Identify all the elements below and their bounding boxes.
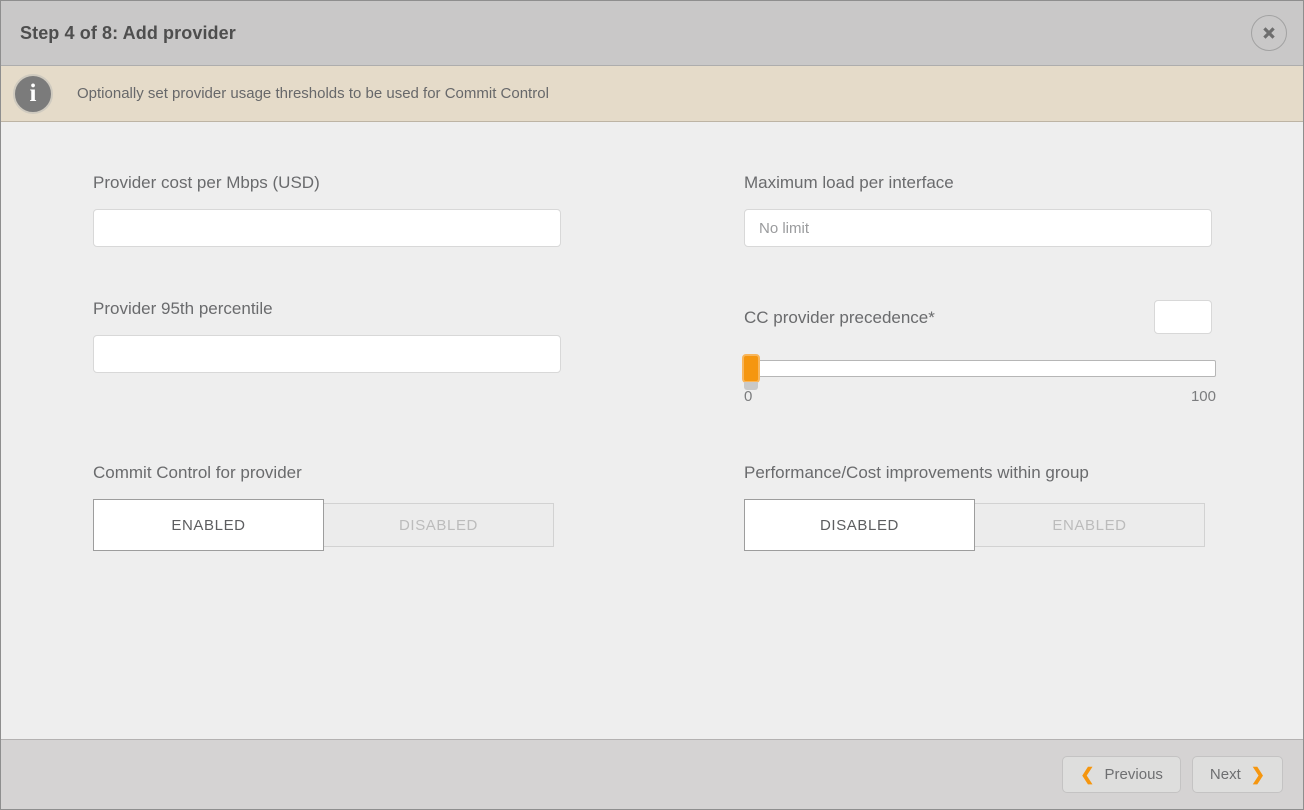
cc-precedence-input[interactable] <box>1154 300 1212 334</box>
previous-button-label: Previous <box>1104 766 1163 783</box>
dialog-body: Provider cost per Mbps (USD) Provider 95… <box>1 122 1303 739</box>
dialog-footer: ❮ Previous Next ❯ <box>1 739 1303 809</box>
perf-cost-toggle: DISABLED ENABLED <box>744 499 1214 551</box>
provider-cost-input[interactable] <box>93 209 561 247</box>
close-icon[interactable] <box>1251 15 1287 51</box>
form-column-left: Provider cost per Mbps (USD) Provider 95… <box>93 122 563 551</box>
commit-control-label: Commit Control for provider <box>93 463 302 482</box>
slider-min-label: 0 <box>744 388 753 405</box>
slider-handle[interactable] <box>742 354 760 390</box>
info-icon: i <box>13 73 53 114</box>
provider-percentile-label: Provider 95th percentile <box>93 299 273 318</box>
slider-track[interactable] <box>742 354 1216 390</box>
form-column-right: Maximum load per interface CC provider p… <box>742 122 1216 551</box>
max-load-label: Maximum load per interface <box>744 173 954 192</box>
chevron-right-icon: ❯ <box>1250 765 1265 784</box>
previous-button[interactable]: ❮ Previous <box>1062 756 1181 793</box>
info-banner: i Optionally set provider usage threshol… <box>1 66 1303 122</box>
commit-control-toggle: ENABLED DISABLED <box>93 499 563 551</box>
dialog-title: Step 4 of 8: Add provider <box>20 22 236 43</box>
provider-cost-label: Provider cost per Mbps (USD) <box>93 173 320 192</box>
slider-scale: 0 100 <box>744 388 1216 405</box>
dialog-titlebar: Step 4 of 8: Add provider <box>1 1 1303 66</box>
slider-max-label: 100 <box>1190 388 1216 405</box>
cc-precedence-row: CC provider precedence* <box>744 300 1212 334</box>
provider-percentile-input[interactable] <box>93 335 561 373</box>
commit-control-option-enabled[interactable]: ENABLED <box>93 499 324 551</box>
perf-cost-option-disabled[interactable]: DISABLED <box>744 499 975 551</box>
commit-control-option-disabled[interactable]: DISABLED <box>323 503 554 547</box>
cc-precedence-label: CC provider precedence* <box>744 307 935 327</box>
perf-cost-label: Performance/Cost improvements within gro… <box>744 463 1089 482</box>
max-load-input[interactable] <box>744 209 1212 247</box>
next-button[interactable]: Next ❯ <box>1191 756 1283 793</box>
chevron-left-icon: ❮ <box>1080 765 1095 784</box>
perf-cost-option-enabled[interactable]: ENABLED <box>974 503 1205 547</box>
info-banner-message: Optionally set provider usage thresholds… <box>77 85 549 102</box>
cc-precedence-slider: 0 100 <box>742 354 1216 405</box>
add-provider-dialog: Step 4 of 8: Add provider i Optionally s… <box>0 0 1304 810</box>
next-button-label: Next <box>1209 766 1241 783</box>
